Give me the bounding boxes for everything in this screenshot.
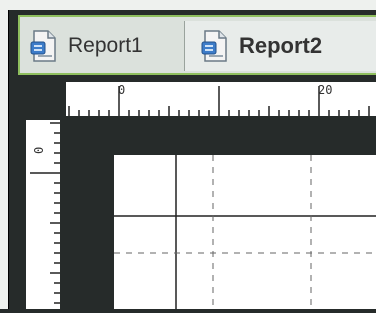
tab-report2-label: Report2 <box>239 33 323 58</box>
report-tab-strip: Report1 Report2 <box>18 15 376 75</box>
report-page-canvas[interactable] <box>114 155 376 309</box>
ruler-corner <box>26 82 60 116</box>
vertical-ruler[interactable]: 0 <box>26 120 60 309</box>
report-icon <box>28 28 60 64</box>
tab-report1[interactable]: Report1 <box>28 21 184 71</box>
tab-report2[interactable]: Report2 <box>184 21 376 71</box>
ruler-label-20: 20 <box>318 83 333 97</box>
window-chrome-top <box>0 0 376 10</box>
window-chrome-left <box>0 0 8 309</box>
tab-report1-label: Report1 <box>68 34 143 57</box>
report-icon <box>199 28 231 64</box>
page-guides <box>114 155 376 309</box>
vertical-ruler-label-0: 0 <box>32 146 46 154</box>
horizontal-ruler[interactable]: 0 20 <box>66 82 376 116</box>
ruler-label-0: 0 <box>118 83 126 97</box>
